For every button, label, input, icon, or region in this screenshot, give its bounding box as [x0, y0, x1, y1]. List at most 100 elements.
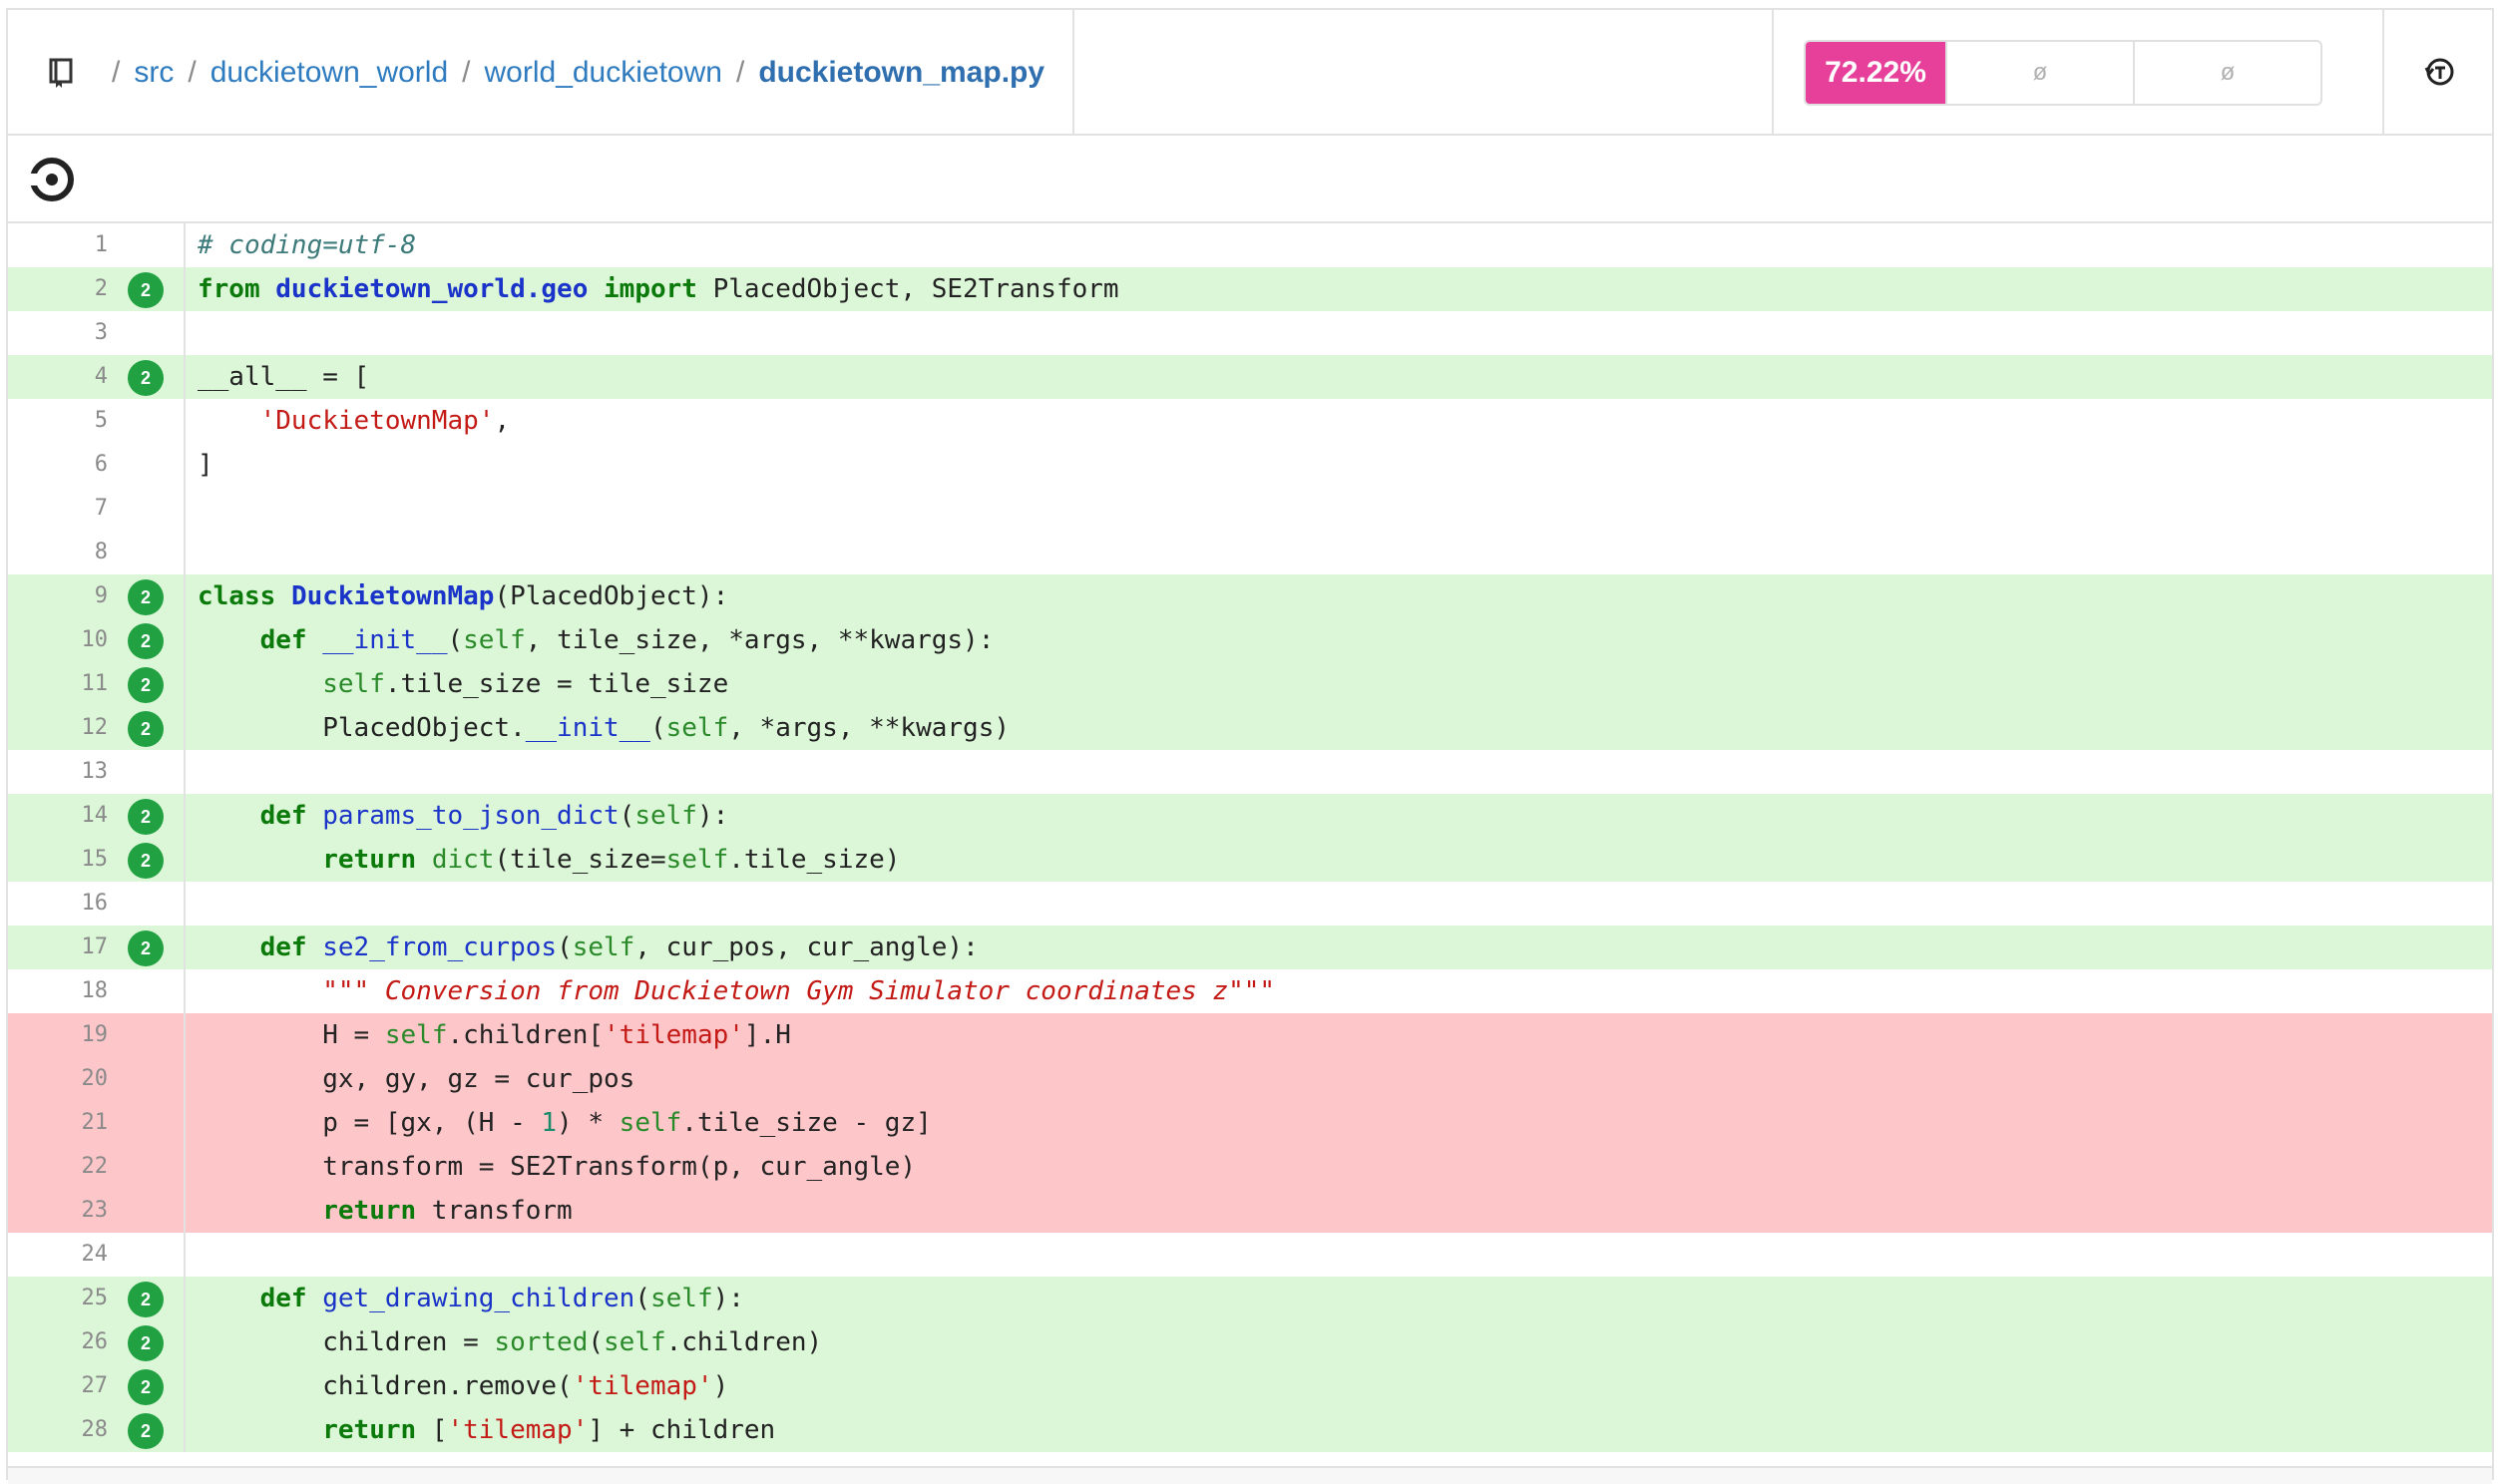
- code-fragment: (: [634, 1284, 650, 1313]
- header-divider: [1072, 10, 1074, 134]
- hits-gutter: 2: [108, 706, 186, 750]
- line-number[interactable]: 21: [8, 1101, 109, 1145]
- hit-count-badge[interactable]: 2: [128, 667, 164, 703]
- hit-count-badge[interactable]: 2: [128, 1413, 164, 1449]
- code-text: class DuckietownMap(PlacedObject):: [186, 574, 728, 618]
- code-text: from duckietown_world.geo import PlacedO…: [186, 267, 1119, 311]
- line-number[interactable]: 23: [8, 1189, 109, 1233]
- hit-count-badge[interactable]: 2: [128, 1369, 164, 1405]
- keyword: def: [259, 801, 307, 831]
- header-divider: [1772, 10, 1774, 134]
- code-fragment: , cur_pos, cur_angle):: [634, 932, 979, 962]
- line-number[interactable]: 11: [8, 662, 109, 706]
- hits-gutter: [108, 1101, 186, 1145]
- line-number[interactable]: 12: [8, 706, 109, 750]
- line-number[interactable]: 26: [8, 1320, 109, 1364]
- repo-icon[interactable]: [48, 57, 74, 89]
- hit-count-badge[interactable]: 2: [128, 579, 164, 615]
- breadcrumb-link-src[interactable]: src: [134, 56, 174, 90]
- code-line: 18 """ Conversion from Duckietown Gym Si…: [8, 969, 2492, 1013]
- code-text: def get_drawing_children(self):: [186, 1277, 744, 1320]
- code-text: def params_to_json_dict(self):: [186, 794, 729, 838]
- hit-count-badge[interactable]: 2: [128, 711, 164, 747]
- string: 'tilemap': [447, 1415, 589, 1445]
- line-number[interactable]: 27: [8, 1364, 109, 1408]
- keyword: def: [259, 625, 307, 655]
- self-keyword: self: [604, 1327, 666, 1357]
- code-fragment: (: [447, 625, 464, 655]
- code-line: 26 2 children = sorted(self.children): [8, 1320, 2492, 1364]
- hits-gutter: [108, 969, 186, 1013]
- code-line: 16: [8, 882, 2492, 926]
- line-number[interactable]: 13: [8, 750, 109, 794]
- line-number[interactable]: 7: [8, 487, 108, 531]
- code-line: 22 transform = SE2Transform(p, cur_angle…: [8, 1145, 2492, 1189]
- coverage-percent-badge[interactable]: 72.22%: [1806, 42, 1945, 104]
- line-number[interactable]: 19: [8, 1013, 109, 1057]
- hit-count-badge[interactable]: 2: [128, 1282, 164, 1317]
- breadcrumb-link-world-duckietown[interactable]: world_duckietown: [485, 56, 722, 90]
- code-text: children.remove('tilemap'): [186, 1364, 728, 1408]
- line-number[interactable]: 5: [8, 399, 108, 443]
- code-fragment: H =: [322, 1020, 385, 1050]
- builtin-name: sorted: [494, 1327, 589, 1357]
- breadcrumb-link-duckietown-world[interactable]: duckietown_world: [210, 56, 448, 90]
- line-number[interactable]: 15: [8, 838, 109, 882]
- code-fragment: (PlacedObject):: [494, 581, 729, 611]
- code-line: 21 p = [gx, (H - 1) * self.tile_size - g…: [8, 1101, 2492, 1145]
- line-number[interactable]: 9: [8, 574, 108, 618]
- string: 'tilemap': [604, 1020, 744, 1050]
- hits-gutter: [108, 487, 186, 531]
- hit-count-badge[interactable]: 2: [128, 843, 164, 879]
- breadcrumb-separator: /: [188, 56, 197, 89]
- footer-bar: [8, 1466, 2492, 1484]
- code-fragment: (: [619, 801, 635, 831]
- hits-gutter: [108, 882, 186, 926]
- code-fragment: .children): [665, 1327, 823, 1357]
- line-number[interactable]: 4: [8, 355, 108, 399]
- code-fragment: gx, gy, gz = cur_pos: [322, 1064, 635, 1094]
- line-number[interactable]: 1: [8, 223, 108, 267]
- code-line: 7: [8, 487, 2492, 531]
- function-name: __init__: [525, 713, 650, 743]
- code-fragment: (: [588, 1327, 604, 1357]
- line-number[interactable]: 24: [8, 1233, 109, 1277]
- line-number[interactable]: 25: [8, 1277, 109, 1320]
- code-text: self.tile_size = tile_size: [186, 662, 728, 706]
- history-icon[interactable]: [2422, 54, 2458, 90]
- function-name: params_to_json_dict: [322, 801, 620, 831]
- line-number[interactable]: 18: [8, 969, 109, 1013]
- circleci-icon[interactable]: [30, 158, 74, 201]
- line-number[interactable]: 17: [8, 926, 109, 969]
- docstring: """ Conversion from Duckietown Gym Simul…: [322, 976, 1276, 1006]
- hit-count-badge[interactable]: 2: [128, 272, 164, 308]
- line-number[interactable]: 16: [8, 882, 109, 926]
- hit-count-badge[interactable]: 2: [128, 799, 164, 835]
- line-number[interactable]: 2: [8, 267, 108, 311]
- hit-count-badge[interactable]: 2: [128, 930, 164, 966]
- code-line: 15 2 return dict(tile_size=self.tile_siz…: [8, 838, 2492, 882]
- hit-count-badge[interactable]: 2: [128, 1325, 164, 1361]
- line-number[interactable]: 6: [8, 443, 108, 487]
- line-number[interactable]: 3: [8, 311, 108, 355]
- self-keyword: self: [665, 845, 729, 875]
- coverage-diff-cell: ø: [2133, 42, 2320, 104]
- string: 'tilemap': [572, 1371, 713, 1401]
- line-number[interactable]: 10: [8, 618, 109, 662]
- hit-count-badge[interactable]: 2: [128, 623, 164, 659]
- code-text: H = self.children['tilemap'].H: [186, 1013, 791, 1057]
- code-fragment: , tile_size, *args, **kwargs):: [525, 625, 995, 655]
- hits-gutter: [108, 531, 186, 574]
- line-number[interactable]: 20: [8, 1057, 109, 1101]
- code-line: 4 2 __all__ = [: [8, 355, 2492, 399]
- string: 'DuckietownMap': [259, 406, 495, 436]
- line-number[interactable]: 8: [8, 531, 108, 574]
- line-number[interactable]: 14: [8, 794, 109, 838]
- line-number[interactable]: 28: [8, 1408, 109, 1452]
- hits-gutter: 2: [108, 574, 186, 618]
- hit-count-badge[interactable]: 2: [128, 360, 164, 396]
- line-number[interactable]: 22: [8, 1145, 109, 1189]
- code-line: 5 'DuckietownMap',: [8, 399, 2492, 443]
